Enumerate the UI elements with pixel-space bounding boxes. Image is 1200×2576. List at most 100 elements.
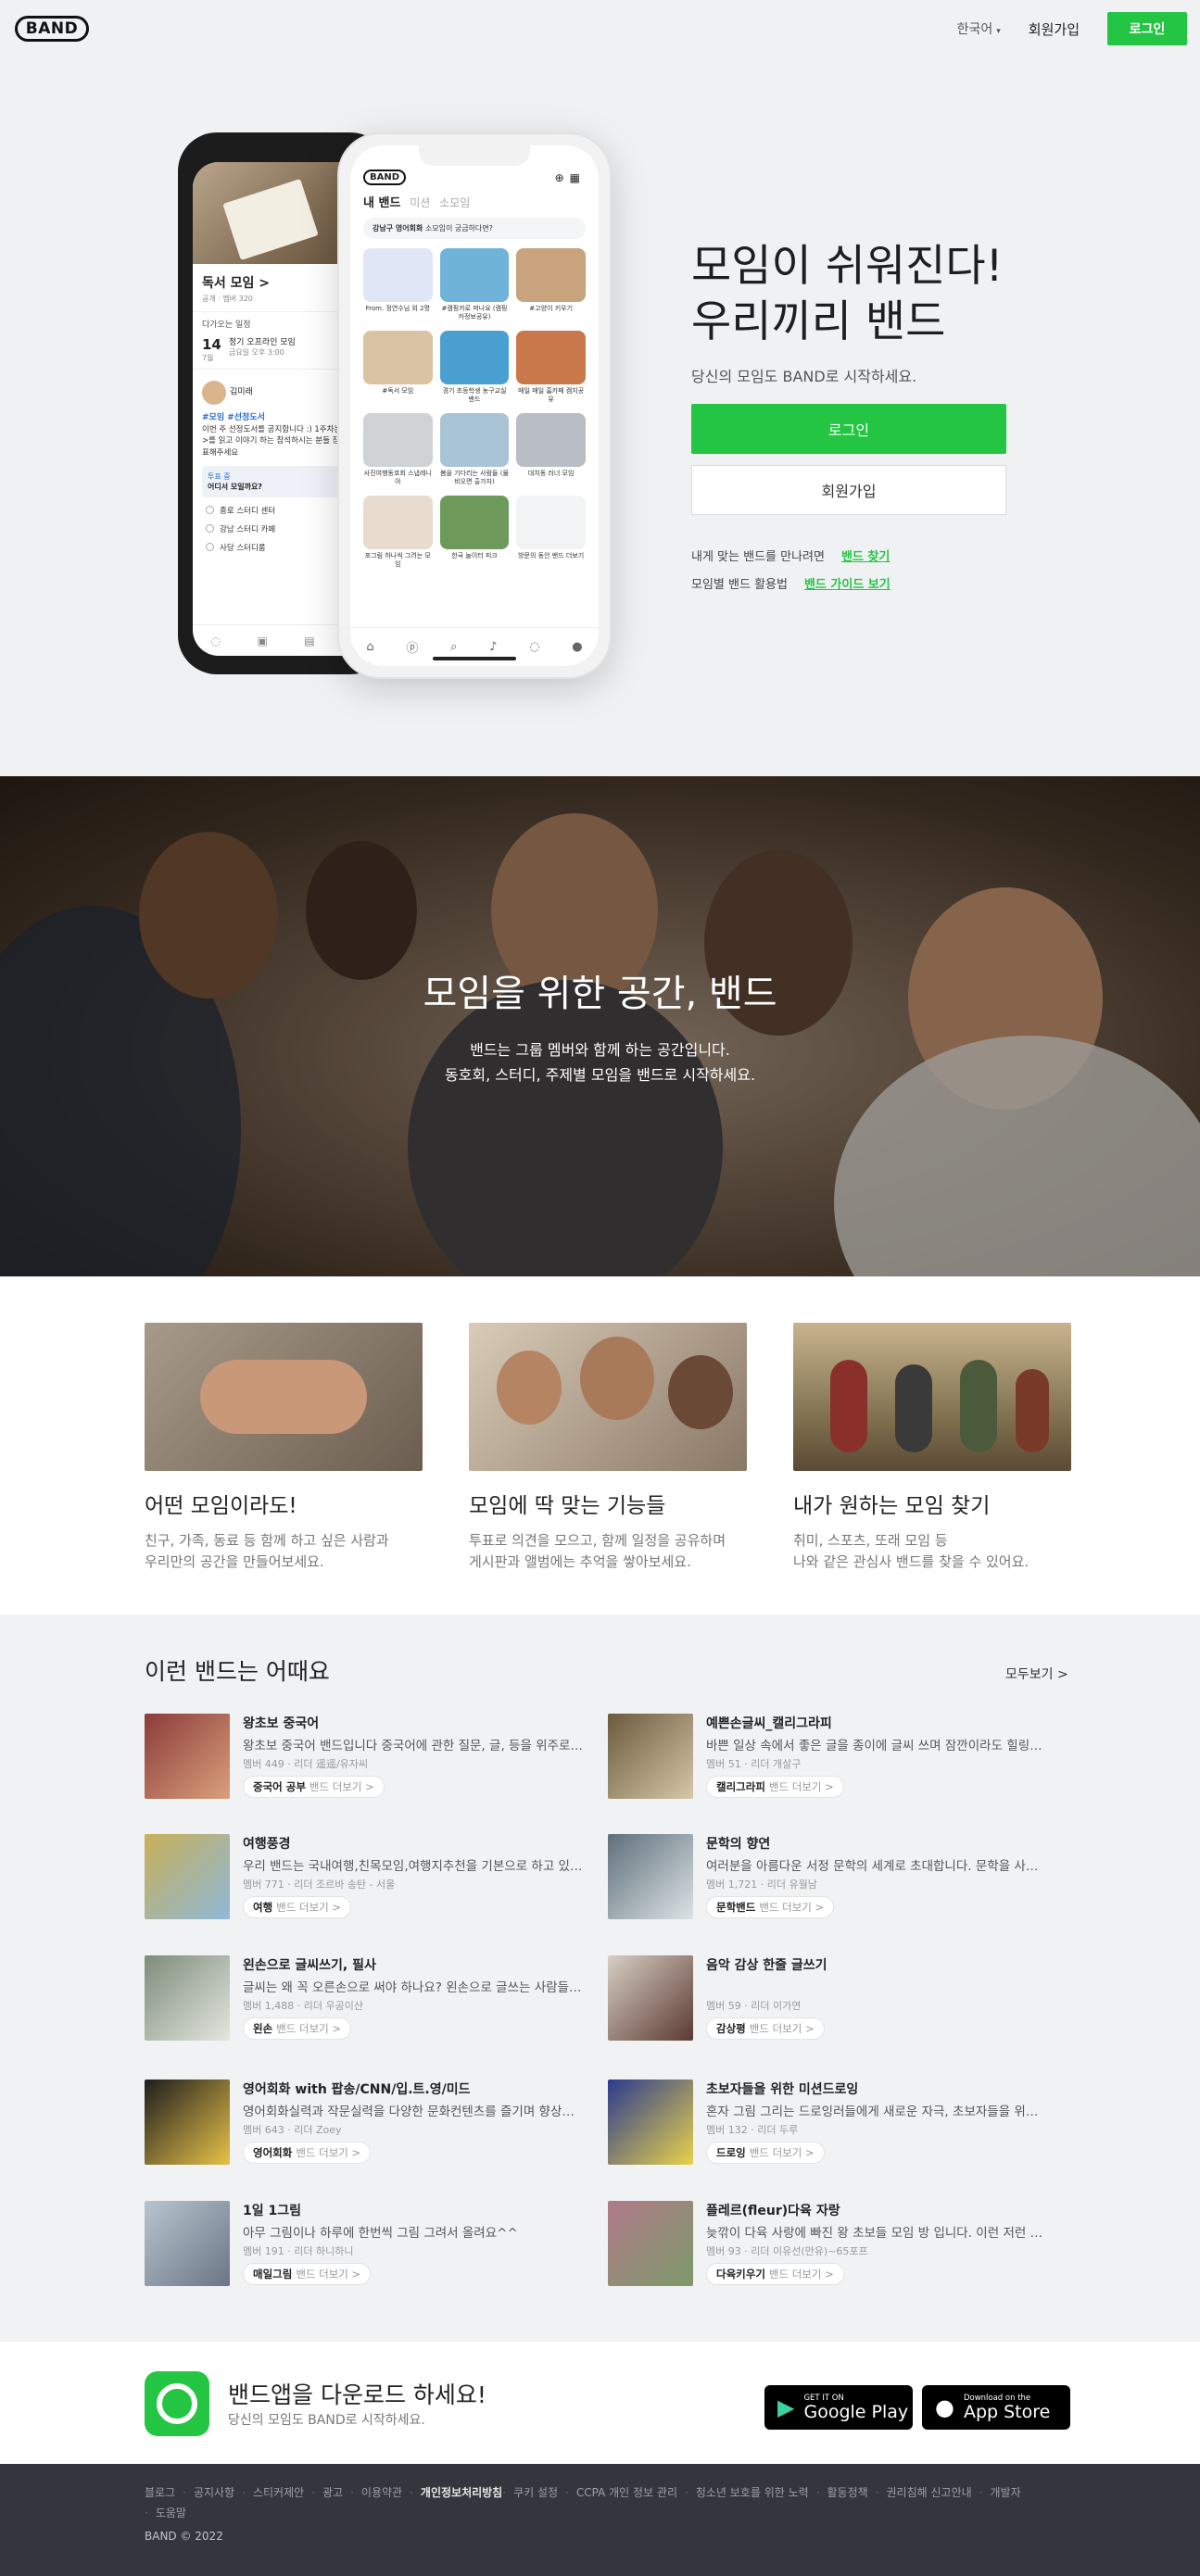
footer-link[interactable]: 개인정보처리방침 <box>421 2486 502 2499</box>
band-grid: From. 정연수님 외 2명 #캠핑카로 떠나요 (캠핑카정보공유) #고양이… <box>350 248 599 569</box>
band-more-tag[interactable]: 드로잉 밴드 더보기 > <box>706 2142 825 2164</box>
hiker-shape <box>960 1360 997 1452</box>
feature-desc-line: 우리만의 공간을 만들어보세요. <box>145 1553 324 1570</box>
band-card[interactable]: 음악 감상 한줄 글쓰기 멤버 59 · 리더 이가연 감상평 밴드 더보기 > <box>608 1955 1043 2043</box>
band-cover-image <box>145 1955 230 2041</box>
footer-link[interactable]: 개발자 <box>990 2486 1020 2499</box>
language-selector[interactable]: 한국어 ▾ <box>957 19 1001 38</box>
band-card[interactable]: 영어회화 with 팝송/CNN/입.트.영/미드 영어회화실력과 작문실력을 다… <box>145 2080 586 2168</box>
notice-bar: 강남구 영어회화 소모임이 궁금하다면? <box>363 218 586 239</box>
band-card[interactable]: 여행풍경 우리 밴드는 국내여행,친목모임,여행지추천을 기본으로 하고 있습니다… <box>145 1834 586 1922</box>
band-cover-image <box>608 2080 693 2165</box>
band-logo[interactable]: BAND <box>15 16 89 42</box>
hero-title-line2: 우리끼리 밴드 <box>691 296 946 347</box>
header-login-button[interactable]: 로그인 <box>1107 12 1187 45</box>
band-description: 혼자 그림 그리는 드로잉러들에게 새로운 자극, 초보자들을 위한 미션 <box>706 2105 1049 2119</box>
footer-link[interactable]: 공지사항 <box>194 2486 234 2499</box>
band-name: 초보자들을 위한 미션드로잉 <box>706 2082 859 2097</box>
band-cover-image <box>145 1714 230 1799</box>
profile-icon: ● <box>572 640 583 654</box>
band-more-label: 밴드 더보기 > <box>276 1901 342 1914</box>
top-header: BAND 한국어 ▾ 회원가입 로그인 <box>0 0 1200 57</box>
hero-signup-button[interactable]: 회원가입 <box>691 465 1006 515</box>
band-meta: 멤버 771 · 리더 조르바 송탄 - 서울 <box>243 1879 396 1891</box>
face-shape <box>497 1351 562 1425</box>
band-app-icon <box>145 2371 209 2436</box>
band-card[interactable]: 문학의 향연 여러분을 아름다운 서정 문학의 세계로 초대합니다. 문학을 사랑… <box>608 1834 1049 1922</box>
band-more-tag[interactable]: 캘리그라피 밴드 더보기 > <box>706 1776 844 1798</box>
feature-desc-line: 취미, 스포츠, 또래 모임 등 <box>793 1532 948 1549</box>
band-meta: 멤버 51 · 리더 개살구 <box>706 1758 802 1770</box>
book-icon <box>222 178 319 261</box>
band-meta: 멤버 59 · 리더 이가연 <box>706 2000 802 2012</box>
footer-link[interactable]: 도움말 <box>156 2507 186 2519</box>
find-band-link[interactable]: 밴드 찾기 <box>841 550 890 564</box>
hiker-shape <box>895 1364 932 1452</box>
footer-link[interactable]: 활동정책 <box>827 2486 868 2499</box>
hero-title-line1: 모임이 쉬워진다! <box>691 241 1004 292</box>
notice-text: 소모임이 궁금하다면? <box>424 224 493 232</box>
band-tag-name: 왼손 <box>253 2022 273 2035</box>
footer-link[interactable]: 청소년 보호를 위한 노력 <box>696 2486 809 2499</box>
band-card[interactable]: 1일 1그림 아무 그림이나 하루에 한번씩 그림 그려서 올려요^^ 멤버 191… <box>145 2201 580 2289</box>
band-more-tag[interactable]: 여행 밴드 더보기 > <box>243 1896 352 1918</box>
band-card[interactable]: 초보자들을 위한 미션드로잉혼자 그림 그리는 드로잉러들에게 새로운 자극, … <box>608 2080 1049 2168</box>
feature-desc: 취미, 스포츠, 또래 모임 등나와 같은 관심사 밴드를 찾을 수 있어요. <box>793 1530 1071 1573</box>
band-grid-item: 경기 초등학생 농구교실 밴드 <box>439 331 510 404</box>
apple-icon: ● <box>935 2394 954 2420</box>
footer-separator: · <box>875 2486 879 2499</box>
band-grid-label: 경기 초등학생 농구교실 밴드 <box>442 387 507 404</box>
event-date: 14 7월 <box>202 335 221 363</box>
google-play-button[interactable]: ▶ GET IT ON Google Play <box>764 2385 913 2430</box>
band-guide-link[interactable]: 밴드 가이드 보기 <box>804 578 891 592</box>
band-name: 왕초보 중국어 <box>243 1716 320 1731</box>
event-month: 7월 <box>202 354 214 362</box>
footer-link[interactable]: CCPA 개인 정보 관리 <box>576 2486 677 2499</box>
band-card[interactable]: 플레르(fleur)다육 자랑 늦깎이 다육 사랑에 빠진 왕 초보들 모임 방 … <box>608 2201 1049 2289</box>
feature-desc-line: 나와 같은 관심사 밴드를 찾을 수 있어요. <box>793 1553 1029 1570</box>
band-more-tag[interactable]: 매일그림 밴드 더보기 > <box>243 2263 372 2285</box>
event-day: 14 <box>202 336 221 353</box>
band-tag-name: 영어회화 <box>253 2146 293 2159</box>
band-more-tag[interactable]: 중국어 공부 밴드 더보기 > <box>243 1776 385 1798</box>
band-grid-label: 방문의 동안 밴드 더보기 <box>518 552 585 559</box>
band-card[interactable]: 예쁜손글씨_캘리그라피 바쁜 일상 속에서 좋은 글을 종이에 글씨 쓰며 잠깐이… <box>608 1714 1049 1802</box>
band-grid-item: 사진여행동호회 스냅레니아 <box>363 413 433 486</box>
footer-link[interactable]: 이용약관 <box>361 2486 402 2499</box>
band-grid-label: From. 정연수님 외 2명 <box>365 305 430 312</box>
band-tag-name: 중국어 공부 <box>253 1780 306 1793</box>
band-more-tag[interactable]: 왼손 밴드 더보기 > <box>243 2017 352 2040</box>
tab-mission: 미션 <box>410 196 431 209</box>
footer-link[interactable]: 스티커제안 <box>253 2486 304 2499</box>
radio-icon <box>206 506 214 515</box>
footer-link[interactable]: 블로그 <box>145 2486 175 2499</box>
chevron-down-icon: ▾ <box>996 27 1001 36</box>
band-card[interactable]: 왼손으로 글씨쓰기, 필사 글씨는 왜 꼭 오른손으로 써야 하나요? 왼손으로 … <box>145 1955 586 2043</box>
header-signup-link[interactable]: 회원가입 <box>1029 19 1080 39</box>
see-all-link[interactable]: 모두보기 > <box>1005 1665 1068 1683</box>
footer-link[interactable]: 권리침해 신고안내 <box>887 2486 972 2499</box>
band-more-tag[interactable]: 감상평 밴드 더보기 > <box>706 2017 825 2040</box>
band-more-tag[interactable]: 문학밴드 밴드 더보기 > <box>706 1896 835 1918</box>
photo-icon: ▣ <box>257 634 268 647</box>
band-more-tag[interactable]: 영어회화 밴드 더보기 > <box>243 2142 372 2164</box>
vote-option-label: 강남 스터디 카페 <box>220 524 276 534</box>
band-description: 영어회화실력과 작문실력을 다양한 문화컨텐츠를 즐기며 향상시켜요 <box>243 2105 586 2119</box>
hero-login-button[interactable]: 로그인 <box>691 404 1006 454</box>
band-b-icon <box>157 2383 197 2424</box>
feature-desc-line: 친구, 가족, 동료 등 함께 하고 싶은 사람과 <box>145 1532 389 1549</box>
footer-separator: · <box>410 2486 413 2499</box>
band-cover-image <box>608 1955 693 2041</box>
footer-link[interactable]: 광고 <box>322 2486 343 2499</box>
footer-link[interactable]: 쿠키 설정 <box>513 2486 558 2499</box>
band-card[interactable]: 왕초보 중국어 왕초보 중국어 밴드입니다 중국어에 관한 질문, 글, 등을 위… <box>145 1714 586 1802</box>
event-info: 정기 오프라인 모임 금요일 오후 3:00 <box>229 335 296 358</box>
band-grid-label: #고양이 키우기 <box>529 305 574 312</box>
band-tag-name: 문학밴드 <box>716 1901 756 1914</box>
band-more-tag[interactable]: 다육키우기 밴드 더보기 > <box>706 2263 844 2285</box>
app-store-button[interactable]: ● Download on the App Store <box>922 2385 1070 2430</box>
band-name: 왼손으로 글씨쓰기, 필사 <box>243 1958 376 1973</box>
banner-text: 밴드는 그룹 멤버와 함께 하는 공간입니다. 동호회, 스터디, 주제별 모임을… <box>0 1037 1200 1087</box>
band-name: 1일 1그림 <box>243 2204 301 2218</box>
event-time: 금요일 오후 3:00 <box>228 348 284 357</box>
